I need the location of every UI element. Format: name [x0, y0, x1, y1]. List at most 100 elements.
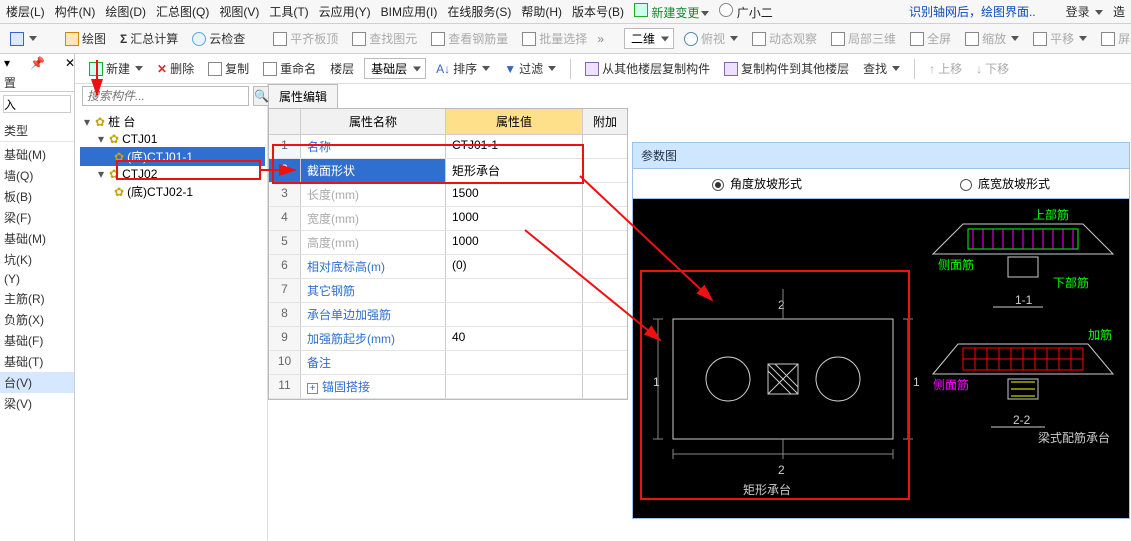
- category-item[interactable]: (Y): [0, 270, 74, 288]
- batch-select-button[interactable]: 批量选择: [518, 28, 591, 49]
- menu-new-change[interactable]: 新建变更: [634, 3, 709, 21]
- property-row[interactable]: 11+锚固搭接: [269, 375, 627, 399]
- category-item[interactable]: 负筋(X): [0, 309, 74, 330]
- property-row[interactable]: 1名称CTJ01-1: [269, 135, 627, 159]
- menu-user[interactable]: 广小二: [719, 3, 772, 21]
- move-up-button[interactable]: ↑上移: [925, 58, 966, 79]
- tree-search-input[interactable]: [82, 86, 249, 106]
- view-mode-select[interactable]: 二维: [624, 28, 674, 49]
- category-item[interactable]: 梁(F): [0, 207, 74, 228]
- property-value-cell[interactable]: 矩形承台: [446, 159, 583, 182]
- category-item[interactable]: 主筋(R): [0, 288, 74, 309]
- menu-view[interactable]: 视图(V): [219, 3, 259, 20]
- tree-root[interactable]: ▾✿桩 台: [80, 112, 265, 131]
- screen-rotate-button[interactable]: 屏幕旋: [1097, 28, 1131, 49]
- new-button[interactable]: 新建: [85, 58, 147, 79]
- rename-button[interactable]: 重命名: [259, 58, 320, 79]
- zoom-button[interactable]: 缩放: [961, 28, 1023, 49]
- property-row[interactable]: 6相对底标高(m)(0): [269, 255, 627, 279]
- delete-button[interactable]: ✕删除: [153, 58, 198, 79]
- radio-angle-slope[interactable]: 角度放坡形式: [633, 169, 881, 198]
- view-rebar-button[interactable]: 查看钢筋量: [427, 28, 512, 49]
- sort-button[interactable]: A↓排序: [432, 58, 494, 79]
- pin-icon[interactable]: 📌: [30, 56, 45, 70]
- property-tab[interactable]: 属性编辑: [268, 84, 338, 108]
- fullscreen-button[interactable]: 全屏: [906, 28, 955, 49]
- copy-to-floor-button[interactable]: 复制构件到其他楼层: [720, 58, 853, 79]
- category-item[interactable]: 基础(F): [0, 330, 74, 351]
- copy-from-floor-button[interactable]: 从其他楼层复制构件: [581, 58, 714, 79]
- sum-button[interactable]: Σ汇总计算: [116, 28, 182, 49]
- category-item[interactable]: 坑(K): [0, 249, 74, 270]
- menu-floor[interactable]: 楼层(L): [6, 3, 45, 20]
- move-down-button[interactable]: ↓下移: [972, 58, 1013, 79]
- menu-more[interactable]: 造: [1113, 3, 1125, 20]
- login-button[interactable]: 登录: [1066, 3, 1103, 20]
- copy-from-icon: [585, 62, 599, 76]
- rotate-icon: [1101, 32, 1115, 46]
- menu-online[interactable]: 在线服务(S): [447, 3, 511, 20]
- fullscreen-icon: [910, 32, 924, 46]
- tree-node-ctj02[interactable]: ▾✿CTJ02: [80, 166, 265, 182]
- header-name: 属性名称: [301, 109, 446, 134]
- category-item[interactable]: 墙(Q): [0, 165, 74, 186]
- property-value-cell[interactable]: [446, 279, 583, 302]
- left-input[interactable]: 入: [3, 95, 71, 113]
- floor-select[interactable]: 基础层: [364, 58, 426, 79]
- find-button[interactable]: 查找: [859, 58, 904, 79]
- category-item[interactable]: 梁(V): [0, 393, 74, 414]
- sort-icon: A↓: [436, 62, 450, 76]
- filter-button[interactable]: ▼过滤: [500, 58, 560, 79]
- property-row[interactable]: 7其它钢筋: [269, 279, 627, 303]
- menu-cloud[interactable]: 云应用(Y): [319, 3, 371, 20]
- local-3d-button[interactable]: 局部三维: [827, 28, 900, 49]
- menu-bim[interactable]: BIM应用(I): [381, 3, 438, 20]
- tree-node-ctj01-1[interactable]: ✿(底)CTJ01-1: [80, 147, 265, 166]
- category-item[interactable]: 基础(M): [0, 228, 74, 249]
- menu-draw[interactable]: 绘图(D): [105, 3, 146, 20]
- svg-text:加筋: 加筋: [1088, 327, 1112, 342]
- menu-help[interactable]: 帮助(H): [521, 3, 562, 20]
- property-row[interactable]: 2截面形状矩形承台: [269, 159, 627, 183]
- property-value-cell[interactable]: [446, 303, 583, 326]
- gear-icon: ✿: [114, 185, 124, 199]
- property-row[interactable]: 5高度(mm)1000: [269, 231, 627, 255]
- flat-roof-button[interactable]: 平齐板顶: [269, 28, 342, 49]
- bird-view-button[interactable]: 俯视: [680, 28, 742, 49]
- category-item[interactable]: 基础(T): [0, 351, 74, 372]
- property-value-cell[interactable]: 40: [446, 327, 583, 350]
- property-value-cell[interactable]: [446, 375, 583, 398]
- property-value-cell[interactable]: CTJ01-1: [446, 135, 583, 158]
- expand-icon[interactable]: +: [307, 383, 318, 394]
- menu-version[interactable]: 版本号(B): [572, 3, 624, 20]
- property-row[interactable]: 9加强筋起步(mm)40: [269, 327, 627, 351]
- radio-bottom-slope[interactable]: 底宽放坡形式: [881, 169, 1129, 198]
- property-value-cell[interactable]: 1000: [446, 207, 583, 230]
- close-icon[interactable]: ✕: [65, 56, 75, 70]
- draw-button[interactable]: 绘图: [61, 28, 110, 49]
- rename-icon: [263, 62, 277, 76]
- cloud-check-button[interactable]: 云检查: [188, 28, 249, 49]
- property-row[interactable]: 10备注: [269, 351, 627, 375]
- tree-node-ctj02-1[interactable]: ✿(底)CTJ02-1: [80, 182, 265, 201]
- menu-tool[interactable]: 工具(T): [269, 3, 308, 20]
- menu-summary[interactable]: 汇总图(Q): [156, 3, 209, 20]
- property-value-cell[interactable]: 1500: [446, 183, 583, 206]
- app-icon[interactable]: [6, 30, 41, 48]
- copy-button[interactable]: 复制: [204, 58, 253, 79]
- category-item[interactable]: 基础(M): [0, 144, 74, 165]
- find-element-button[interactable]: 查找图元: [348, 28, 421, 49]
- category-item[interactable]: 台(V): [0, 372, 74, 393]
- property-value-cell[interactable]: 1000: [446, 231, 583, 254]
- property-value-cell[interactable]: [446, 351, 583, 374]
- property-row[interactable]: 4宽度(mm)1000: [269, 207, 627, 231]
- dynamic-view-button[interactable]: 动态观察: [748, 28, 821, 49]
- pan-button[interactable]: 平移: [1029, 28, 1091, 49]
- category-item[interactable]: 板(B): [0, 186, 74, 207]
- tree-node-ctj01[interactable]: ▾✿CTJ01: [80, 131, 265, 147]
- copy-icon: [208, 62, 222, 76]
- menu-component[interactable]: 构件(N): [55, 3, 96, 20]
- property-value-cell[interactable]: (0): [446, 255, 583, 278]
- property-row[interactable]: 3长度(mm)1500: [269, 183, 627, 207]
- property-row[interactable]: 8承台单边加强筋: [269, 303, 627, 327]
